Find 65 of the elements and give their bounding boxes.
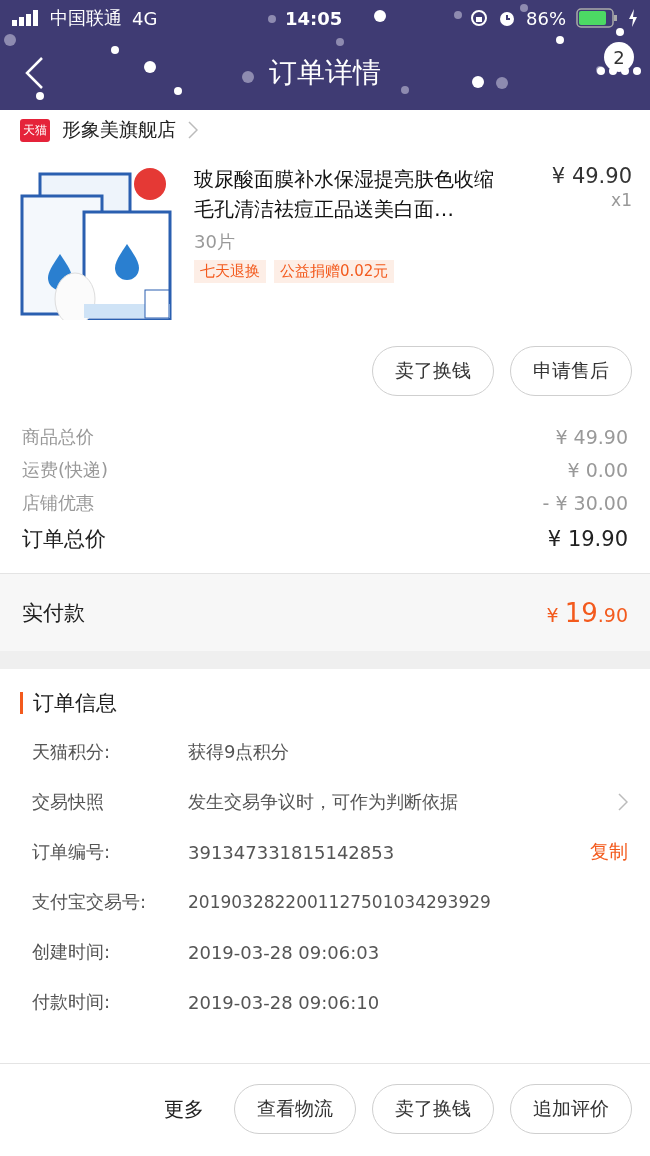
snow-dot (336, 38, 344, 46)
time-text: 14:05 (285, 7, 343, 29)
info-label: 订单编号: (32, 840, 112, 864)
snow-dot (556, 36, 564, 44)
section-title: 订单信息 (33, 690, 117, 717)
snow-dot (4, 34, 16, 46)
service-tag: 公益捐赠0.02元 (274, 260, 395, 283)
product-quantity: x1 (611, 190, 632, 210)
info-value: 2019032822001127501034293929 (188, 892, 492, 912)
snow-dot (174, 87, 182, 95)
back-icon[interactable] (24, 56, 44, 90)
product-price: ¥ 49.90 (551, 164, 632, 188)
signal-icon (12, 10, 40, 26)
store-logo: 天猫 (20, 118, 50, 142)
snow-dot (520, 4, 528, 12)
info-label: 付款时间: (32, 990, 112, 1014)
page-title: 订单详情 (269, 55, 381, 91)
action-button[interactable]: 追加评价 (510, 1084, 632, 1134)
info-label: 支付宝交易号: (32, 890, 148, 914)
total-value: ¥ 19.90 (547, 527, 628, 551)
snow-dot (144, 61, 156, 73)
info-value: 获得9点积分 (188, 740, 291, 764)
info-label: 创建时间: (32, 940, 112, 964)
paid-amount: ¥ 19.90 (546, 597, 628, 628)
battery-percent: 86% (526, 7, 566, 29)
cost-value: ¥ 0.00 (567, 458, 628, 481)
info-label: 交易快照 (32, 790, 105, 814)
network-text: 4G (132, 7, 158, 29)
carrier-text: 中国联通 (50, 6, 122, 30)
battery-icon (576, 8, 618, 28)
cost-value: ¥ 49.90 (555, 425, 628, 448)
action-button[interactable]: 查看物流 (234, 1084, 356, 1134)
product-title[interactable]: 玻尿酸面膜补水保湿提亮肤色收缩毛孔清洁祛痘正品送美白面… (194, 164, 494, 224)
alarm-icon (498, 9, 516, 27)
product-spec: 30片 (194, 230, 236, 254)
snow-dot (111, 46, 119, 54)
snow-dot (242, 71, 254, 83)
info-label: 天猫积分: (32, 740, 112, 764)
info-value: 2019-03-28 09:06:03 (188, 941, 381, 963)
cost-label: 商品总价 (22, 424, 94, 449)
snow-dot (496, 77, 508, 89)
snow-dot (374, 10, 386, 22)
more-link[interactable]: 更多 (164, 1095, 204, 1123)
info-value: 391347331815142853 (188, 841, 396, 863)
cost-value: - ¥ 30.00 (542, 491, 628, 514)
notification-badge: 2 (604, 42, 634, 72)
info-value: 2019-03-28 09:06:10 (188, 991, 381, 1013)
service-tag: 七天退换 (194, 260, 266, 283)
snow-dot (401, 86, 409, 94)
rotation-lock-icon (470, 9, 488, 27)
snow-dot (268, 15, 276, 23)
snow-dot (454, 11, 462, 19)
snow-dot (472, 76, 484, 88)
cost-label: 运费(快递) (22, 457, 109, 482)
action-button[interactable]: 卖了换钱 (372, 1084, 494, 1134)
cost-label: 店铺优惠 (22, 490, 94, 515)
total-label: 订单总价 (22, 526, 106, 553)
action-button[interactable]: 申请售后 (510, 346, 632, 396)
snow-dot (616, 28, 624, 36)
info-value[interactable]: 发生交易争议时，可作为判断依据 (188, 790, 618, 814)
charging-icon (628, 9, 638, 27)
shop-name[interactable]: 形象美旗舰店 (62, 117, 176, 143)
paid-label: 实付款 (22, 599, 85, 627)
snow-dot (36, 92, 44, 100)
action-button[interactable]: 卖了换钱 (372, 346, 494, 396)
